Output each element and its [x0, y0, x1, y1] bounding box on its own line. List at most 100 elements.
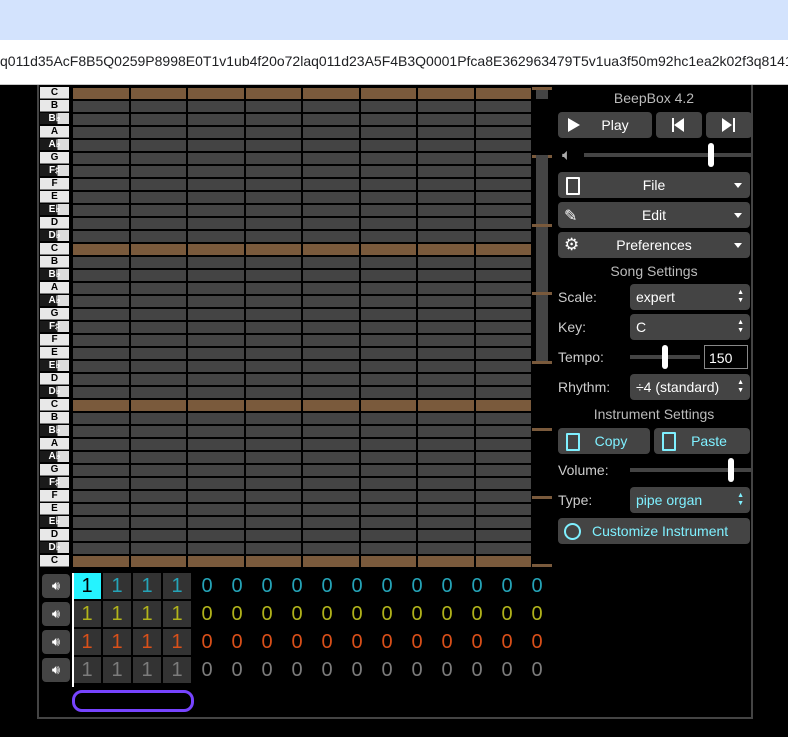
grid-cell[interactable]: [245, 244, 301, 255]
grid-cell[interactable]: [418, 439, 474, 450]
grid-cell[interactable]: [73, 127, 129, 138]
grid-cell[interactable]: [130, 348, 186, 359]
grid-cell[interactable]: [188, 309, 244, 320]
piano-key[interactable]: F♯: [40, 477, 69, 489]
play-button[interactable]: Play: [558, 112, 652, 138]
grid-cell[interactable]: [245, 556, 301, 567]
pattern-cell[interactable]: 1: [73, 573, 101, 599]
grid-cell[interactable]: [73, 556, 129, 567]
octave-scroll-thumb[interactable]: [536, 155, 548, 363]
grid-cell[interactable]: [188, 491, 244, 502]
pattern-cell[interactable]: 1: [133, 629, 161, 655]
grid-cell[interactable]: [245, 335, 301, 346]
grid-row[interactable]: [72, 516, 532, 528]
grid-cell[interactable]: [475, 465, 531, 476]
pattern-cell[interactable]: 1: [163, 657, 191, 683]
grid-cell[interactable]: [475, 192, 531, 203]
grid-cell[interactable]: [303, 504, 359, 515]
pattern-cell[interactable]: 0: [193, 601, 221, 627]
grid-cell[interactable]: [475, 309, 531, 320]
pattern-cell[interactable]: 0: [193, 629, 221, 655]
grid-cell[interactable]: [130, 400, 186, 411]
grid-cell[interactable]: [360, 166, 416, 177]
grid-cell[interactable]: [130, 335, 186, 346]
grid-cell[interactable]: [475, 426, 531, 437]
grid-cell[interactable]: [73, 530, 129, 541]
grid-cell[interactable]: [245, 231, 301, 242]
pattern-cell[interactable]: 0: [523, 601, 551, 627]
piano-key[interactable]: B♭: [40, 269, 69, 281]
grid-cell[interactable]: [130, 413, 186, 424]
grid-cell[interactable]: [73, 244, 129, 255]
piano-key[interactable]: E♭: [40, 204, 69, 216]
pattern-cell[interactable]: 1: [103, 629, 131, 655]
grid-cell[interactable]: [418, 166, 474, 177]
pattern-cell[interactable]: 0: [523, 657, 551, 683]
master-volume-slider[interactable]: [584, 153, 752, 157]
grid-cell[interactable]: [73, 400, 129, 411]
grid-cell[interactable]: [130, 309, 186, 320]
grid-cell[interactable]: [188, 452, 244, 463]
grid-cell[interactable]: [475, 478, 531, 489]
piano-key[interactable]: C: [40, 399, 69, 411]
grid-cell[interactable]: [245, 465, 301, 476]
grid-cell[interactable]: [73, 257, 129, 268]
pattern-cell[interactable]: 0: [223, 573, 251, 599]
grid-cell[interactable]: [360, 478, 416, 489]
grid-cell[interactable]: [418, 88, 474, 99]
grid-cell[interactable]: [360, 127, 416, 138]
grid-row[interactable]: [72, 477, 532, 489]
pattern-cell[interactable]: 0: [343, 629, 371, 655]
grid-cell[interactable]: [73, 439, 129, 450]
pattern-cell[interactable]: 0: [253, 657, 281, 683]
grid-cell[interactable]: [303, 374, 359, 385]
grid-cell[interactable]: [360, 257, 416, 268]
grid-cell[interactable]: [188, 517, 244, 528]
grid-cell[interactable]: [360, 283, 416, 294]
grid-cell[interactable]: [188, 179, 244, 190]
grid-cell[interactable]: [130, 231, 186, 242]
pattern-editor-grid[interactable]: [72, 87, 532, 567]
grid-row[interactable]: [72, 464, 532, 476]
grid-cell[interactable]: [303, 153, 359, 164]
grid-cell[interactable]: [303, 387, 359, 398]
grid-cell[interactable]: [475, 439, 531, 450]
channel-mute-button[interactable]: 🔊︎: [42, 630, 70, 654]
grid-cell[interactable]: [418, 335, 474, 346]
grid-cell[interactable]: [303, 205, 359, 216]
grid-cell[interactable]: [360, 387, 416, 398]
pattern-cell[interactable]: 0: [523, 573, 551, 599]
grid-cell[interactable]: [475, 413, 531, 424]
grid-cell[interactable]: [188, 257, 244, 268]
grid-cell[interactable]: [475, 101, 531, 112]
piano-key[interactable]: A♭: [40, 139, 69, 151]
grid-cell[interactable]: [245, 257, 301, 268]
grid-cell[interactable]: [418, 296, 474, 307]
grid-cell[interactable]: [475, 205, 531, 216]
pattern-cell[interactable]: 0: [463, 601, 491, 627]
grid-cell[interactable]: [73, 270, 129, 281]
master-volume-thumb[interactable]: [708, 143, 714, 167]
grid-row[interactable]: [72, 152, 532, 164]
address-bar-url[interactable]: q011d35AcF8B5Q0259P8998E0T1v1ub4f20o72la…: [0, 53, 788, 69]
grid-cell[interactable]: [418, 283, 474, 294]
grid-cell[interactable]: [245, 439, 301, 450]
pattern-cell[interactable]: 0: [403, 657, 431, 683]
grid-cell[interactable]: [245, 348, 301, 359]
pattern-cell[interactable]: 0: [403, 573, 431, 599]
grid-cell[interactable]: [475, 296, 531, 307]
pattern-cell[interactable]: 1: [103, 573, 131, 599]
pattern-cell[interactable]: 0: [313, 573, 341, 599]
grid-cell[interactable]: [303, 413, 359, 424]
grid-cell[interactable]: [188, 205, 244, 216]
pattern-cell[interactable]: 0: [463, 629, 491, 655]
grid-cell[interactable]: [130, 465, 186, 476]
channel-mute-button[interactable]: 🔊︎: [42, 602, 70, 626]
tempo-input[interactable]: 150: [704, 345, 748, 369]
grid-cell[interactable]: [418, 244, 474, 255]
grid-cell[interactable]: [245, 192, 301, 203]
grid-cell[interactable]: [303, 218, 359, 229]
pattern-cell[interactable]: 1: [163, 573, 191, 599]
piano-key[interactable]: F♯: [40, 321, 69, 333]
pattern-cell[interactable]: 0: [223, 629, 251, 655]
